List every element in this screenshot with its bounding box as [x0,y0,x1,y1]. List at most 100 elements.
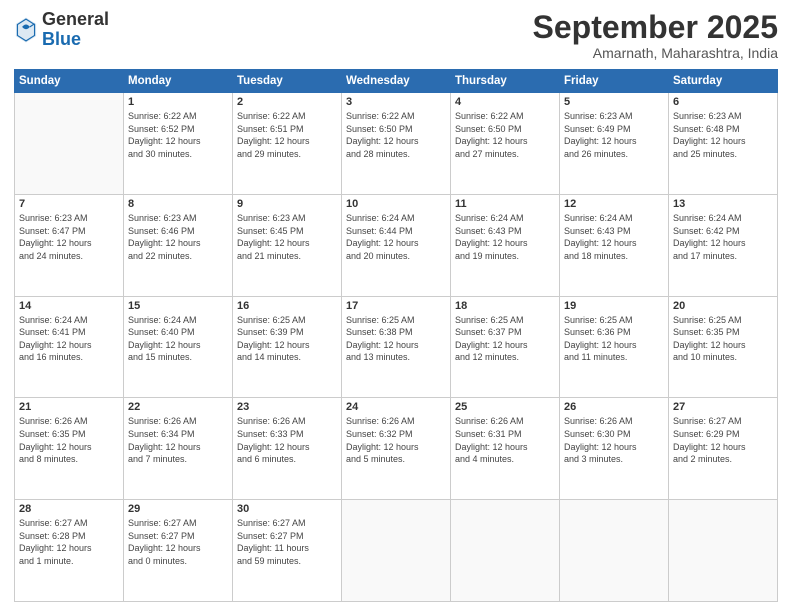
day-number-28: 28 [19,503,119,515]
day-info-8: Sunrise: 6:23 AM Sunset: 6:46 PM Dayligh… [128,212,228,262]
day-number-12: 12 [564,198,664,210]
day-number-4: 4 [455,96,555,108]
header-sunday: Sunday [15,70,124,93]
day-info-1: Sunrise: 6:22 AM Sunset: 6:52 PM Dayligh… [128,110,228,160]
day-number-23: 23 [237,401,337,413]
page: General Blue September 2025 Amarnath, Ma… [0,0,792,612]
day-number-29: 29 [128,503,228,515]
calendar-cell-1-2: 9 Sunrise: 6:23 AM Sunset: 6:45 PM Daylig… [233,194,342,296]
calendar-cell-0-0 [15,93,124,195]
header-saturday: Saturday [669,70,778,93]
calendar-cell-0-2: 2Sunrise: 6:22 AM Sunset: 6:51 PM Daylig… [233,93,342,195]
day-info-20: Sunrise: 6:25 AM Sunset: 6:35 PM Dayligh… [673,314,773,364]
calendar-cell-4-1: 29 Sunrise: 6:27 AM Sunset: 6:27 PM Dayli… [124,500,233,602]
calendar-cell-0-1: 1 Sunrise: 6:22 AM Sunset: 6:52 PM Daylig… [124,93,233,195]
calendar-cell-0-6: 6Sunrise: 6:23 AM Sunset: 6:48 PM Daylig… [669,93,778,195]
day-info-19: Sunrise: 6:25 AM Sunset: 6:36 PM Dayligh… [564,314,664,364]
calendar-cell-1-3: 10Sunrise: 6:24 AM Sunset: 6:44 PM Dayli… [342,194,451,296]
week-row-5: 28 Sunrise: 6:27 AM Sunset: 6:28 PM Dayli… [15,500,778,602]
calendar-body: 1 Sunrise: 6:22 AM Sunset: 6:52 PM Daylig… [15,93,778,602]
calendar-cell-3-6: 27 Sunrise: 6:27 AM Sunset: 6:29 PM Dayli… [669,398,778,500]
calendar-cell-3-0: 21 Sunrise: 6:26 AM Sunset: 6:35 PM Dayli… [15,398,124,500]
week-row-4: 21 Sunrise: 6:26 AM Sunset: 6:35 PM Dayli… [15,398,778,500]
calendar-cell-0-4: 4Sunrise: 6:22 AM Sunset: 6:50 PM Daylig… [451,93,560,195]
day-info-28: Sunrise: 6:27 AM Sunset: 6:28 PM Dayligh… [19,517,119,567]
day-info-21: Sunrise: 6:26 AM Sunset: 6:35 PM Dayligh… [19,415,119,465]
day-number-10: 10 [346,198,446,210]
calendar-cell-1-4: 11Sunrise: 6:24 AM Sunset: 6:43 PM Dayli… [451,194,560,296]
day-number-19: 19 [564,300,664,312]
calendar-cell-4-2: 30 Sunrise: 6:27 AM Sunset: 6:27 PM Dayli… [233,500,342,602]
header-thursday: Thursday [451,70,560,93]
logo: General Blue [14,10,109,50]
calendar-cell-4-3 [342,500,451,602]
location-subtitle: Amarnath, Maharashtra, India [533,45,778,61]
day-number-7: 7 [19,198,119,210]
calendar-cell-3-4: 25 Sunrise: 6:26 AM Sunset: 6:31 PM Dayli… [451,398,560,500]
day-number-3: 3 [346,96,446,108]
calendar-cell-2-0: 14 Sunrise: 6:24 AM Sunset: 6:41 PM Dayli… [15,296,124,398]
day-number-26: 26 [564,401,664,413]
week-row-1: 1 Sunrise: 6:22 AM Sunset: 6:52 PM Daylig… [15,93,778,195]
week-row-3: 14 Sunrise: 6:24 AM Sunset: 6:41 PM Dayli… [15,296,778,398]
day-number-15: 15 [128,300,228,312]
calendar-cell-4-4 [451,500,560,602]
title-block: September 2025 Amarnath, Maharashtra, In… [533,10,778,61]
calendar-cell-2-3: 17Sunrise: 6:25 AM Sunset: 6:38 PM Dayli… [342,296,451,398]
calendar-header: Sunday Monday Tuesday Wednesday Thursday… [15,70,778,93]
day-info-22: Sunrise: 6:26 AM Sunset: 6:34 PM Dayligh… [128,415,228,465]
day-info-18: Sunrise: 6:25 AM Sunset: 6:37 PM Dayligh… [455,314,555,364]
calendar-cell-4-0: 28 Sunrise: 6:27 AM Sunset: 6:28 PM Dayli… [15,500,124,602]
day-number-30: 30 [237,503,337,515]
logo-text: General Blue [42,10,109,50]
week-row-2: 7 Sunrise: 6:23 AM Sunset: 6:47 PM Daylig… [15,194,778,296]
day-info-15: Sunrise: 6:24 AM Sunset: 6:40 PM Dayligh… [128,314,228,364]
calendar-cell-2-4: 18 Sunrise: 6:25 AM Sunset: 6:37 PM Dayli… [451,296,560,398]
day-number-20: 20 [673,300,773,312]
month-title: September 2025 [533,10,778,45]
day-number-16: 16 [237,300,337,312]
day-info-13: Sunrise: 6:24 AM Sunset: 6:42 PM Dayligh… [673,212,773,262]
day-number-1: 1 [128,96,228,108]
day-info-25: Sunrise: 6:26 AM Sunset: 6:31 PM Dayligh… [455,415,555,465]
calendar-cell-1-1: 8Sunrise: 6:23 AM Sunset: 6:46 PM Daylig… [124,194,233,296]
day-info-29: Sunrise: 6:27 AM Sunset: 6:27 PM Dayligh… [128,517,228,567]
logo-icon [14,16,38,44]
day-number-18: 18 [455,300,555,312]
day-number-17: 17 [346,300,446,312]
calendar-cell-3-1: 22 Sunrise: 6:26 AM Sunset: 6:34 PM Dayli… [124,398,233,500]
day-number-27: 27 [673,401,773,413]
calendar-cell-0-5: 5 Sunrise: 6:23 AM Sunset: 6:49 PM Daylig… [560,93,669,195]
day-info-7: Sunrise: 6:23 AM Sunset: 6:47 PM Dayligh… [19,212,119,262]
day-info-6: Sunrise: 6:23 AM Sunset: 6:48 PM Dayligh… [673,110,773,160]
calendar-cell-4-5 [560,500,669,602]
day-number-25: 25 [455,401,555,413]
calendar-cell-2-2: 16 Sunrise: 6:25 AM Sunset: 6:39 PM Dayli… [233,296,342,398]
day-info-27: Sunrise: 6:27 AM Sunset: 6:29 PM Dayligh… [673,415,773,465]
calendar-cell-4-6 [669,500,778,602]
day-info-26: Sunrise: 6:26 AM Sunset: 6:30 PM Dayligh… [564,415,664,465]
day-number-14: 14 [19,300,119,312]
logo-general-text: General [42,9,109,29]
day-info-14: Sunrise: 6:24 AM Sunset: 6:41 PM Dayligh… [19,314,119,364]
day-info-2: Sunrise: 6:22 AM Sunset: 6:51 PM Dayligh… [237,110,337,160]
day-number-5: 5 [564,96,664,108]
day-info-16: Sunrise: 6:25 AM Sunset: 6:39 PM Dayligh… [237,314,337,364]
day-number-22: 22 [128,401,228,413]
day-info-24: Sunrise: 6:26 AM Sunset: 6:32 PM Dayligh… [346,415,446,465]
day-info-23: Sunrise: 6:26 AM Sunset: 6:33 PM Dayligh… [237,415,337,465]
day-number-21: 21 [19,401,119,413]
day-info-30: Sunrise: 6:27 AM Sunset: 6:27 PM Dayligh… [237,517,337,567]
day-info-9: Sunrise: 6:23 AM Sunset: 6:45 PM Dayligh… [237,212,337,262]
calendar-cell-3-3: 24Sunrise: 6:26 AM Sunset: 6:32 PM Dayli… [342,398,451,500]
day-info-3: Sunrise: 6:22 AM Sunset: 6:50 PM Dayligh… [346,110,446,160]
day-number-9: 9 [237,198,337,210]
header-tuesday: Tuesday [233,70,342,93]
calendar-cell-2-6: 20 Sunrise: 6:25 AM Sunset: 6:35 PM Dayli… [669,296,778,398]
calendar-cell-2-1: 15 Sunrise: 6:24 AM Sunset: 6:40 PM Dayli… [124,296,233,398]
day-number-13: 13 [673,198,773,210]
day-info-11: Sunrise: 6:24 AM Sunset: 6:43 PM Dayligh… [455,212,555,262]
day-info-5: Sunrise: 6:23 AM Sunset: 6:49 PM Dayligh… [564,110,664,160]
calendar-cell-1-5: 12Sunrise: 6:24 AM Sunset: 6:43 PM Dayli… [560,194,669,296]
weekday-header-row: Sunday Monday Tuesday Wednesday Thursday… [15,70,778,93]
